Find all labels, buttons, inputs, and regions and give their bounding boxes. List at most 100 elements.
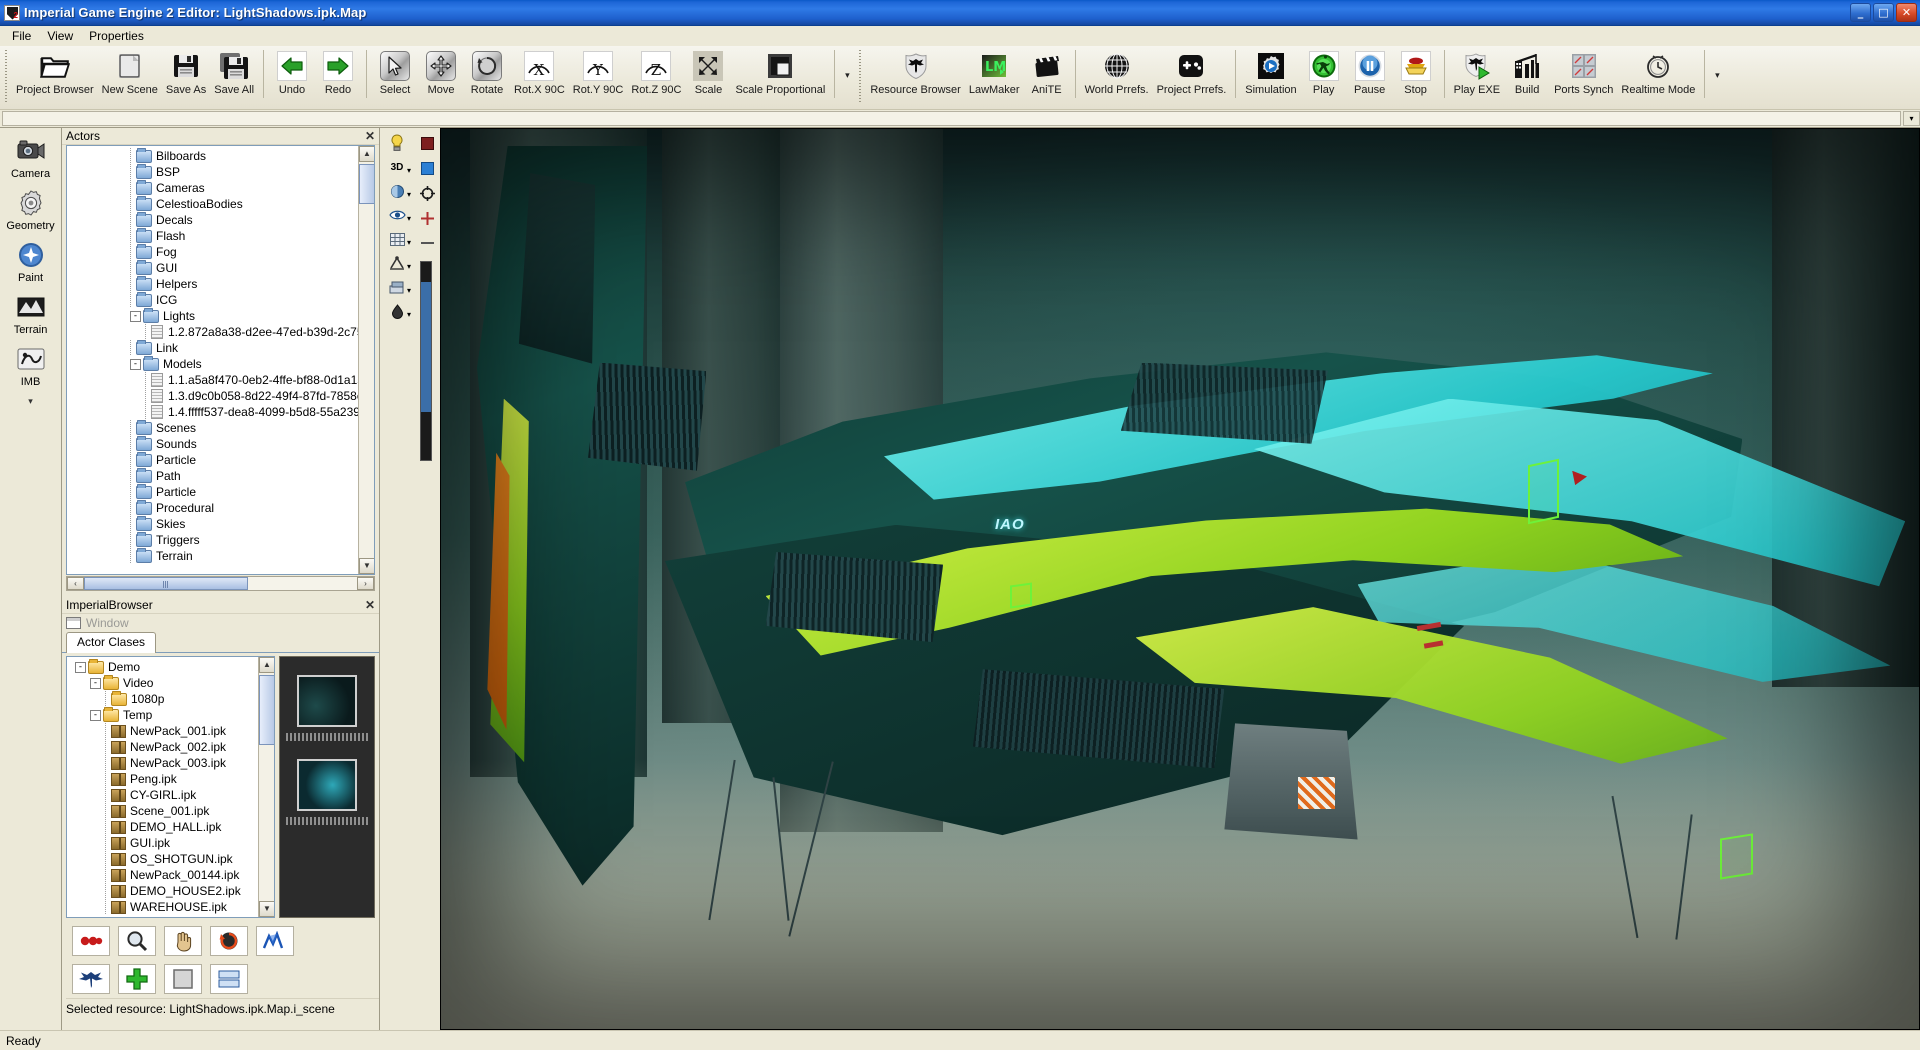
tree-expander-icon[interactable]: - <box>90 677 101 689</box>
actors-tree-node[interactable]: ICG <box>67 291 374 308</box>
toolbar-button-anite[interactable]: AniTE <box>1024 46 1070 106</box>
sphere-shading-icon[interactable]: ▾ <box>383 180 411 202</box>
browser-tree-node[interactable]: Peng.ipk <box>67 771 274 787</box>
toolbar-button-undo[interactable]: Undo <box>269 46 315 106</box>
browser-vertical-scrollbar[interactable]: ▲ ▼ <box>258 657 274 917</box>
actors-tree-node[interactable]: Helpers <box>67 275 374 292</box>
viewport-vertical-scrollbar[interactable] <box>420 261 432 461</box>
actors-tree-node[interactable]: GUI <box>67 259 374 276</box>
actors-vertical-scrollbar[interactable]: ▲ ▼ <box>358 146 374 574</box>
preview-splitter[interactable] <box>286 733 368 741</box>
browser-tree-node[interactable]: - Temp <box>67 706 274 723</box>
actors-tree-node[interactable]: Decals <box>67 211 374 228</box>
scroll-up-icon[interactable]: ▲ <box>259 657 274 673</box>
browser-tree-node[interactable]: - Video <box>67 674 274 691</box>
rail-item-terrain[interactable]: Terrain <box>2 290 60 336</box>
browser-tree-node[interactable]: WAREHOUSE.ipk <box>67 899 274 915</box>
toolbar-button-project-prefs[interactable]: Project Prrefs. <box>1153 46 1231 106</box>
toolbar-button-redo[interactable]: Redo <box>315 46 361 106</box>
green-plus-icon[interactable] <box>118 964 156 994</box>
blue-chart-icon[interactable] <box>256 926 294 956</box>
actors-tree-node[interactable]: Sounds <box>67 435 374 452</box>
preview-thumbnail-2[interactable] <box>297 759 357 811</box>
actors-tree-node[interactable]: Terrain <box>67 547 374 564</box>
toolbar-button-project-browser[interactable]: Project Browser <box>12 46 98 106</box>
actors-tree-node[interactable]: Path <box>67 467 374 484</box>
actors-tree-node[interactable]: 1.3.d9c0b058-8d22-49f4-87fd-7858e3cf <box>67 388 374 404</box>
target-crosshair-icon[interactable] <box>416 182 438 204</box>
actors-tree-node[interactable]: Cameras <box>67 179 374 196</box>
actors-tree-node[interactable]: - Models <box>67 355 374 372</box>
toolbar-button-build[interactable]: Build <box>1504 46 1550 106</box>
actors-tree-node[interactable]: Bilboards <box>67 147 374 164</box>
toolbar-button-simulation[interactable]: Simulation <box>1241 46 1300 106</box>
maximize-button[interactable]: □ <box>1873 3 1894 22</box>
toolbar-button-new-scene[interactable]: New Scene <box>98 46 162 106</box>
browser-tree-node[interactable]: NewPack_003.ipk <box>67 755 274 771</box>
browser-tree-node[interactable]: Scene_001.ipk <box>67 803 274 819</box>
browser-tree-node[interactable]: GUI.ipk <box>67 835 274 851</box>
toolbar-button-play[interactable]: Play <box>1301 46 1347 106</box>
view-3d-icon[interactable]: 3D ▾ <box>383 156 411 178</box>
preview-thumbnail-1[interactable] <box>297 675 357 727</box>
toolbar-scroll-down-icon[interactable]: ▾ <box>1903 111 1920 126</box>
blue-square-icon[interactable] <box>416 157 438 179</box>
browser-tree-node[interactable]: NewPack_00144.ipk <box>67 867 274 883</box>
actors-tree-node[interactable]: 1.2.872a8a38-d2ee-47ed-b39d-2c75f92. <box>67 324 374 340</box>
plus-add-icon[interactable] <box>416 207 438 229</box>
toolbar-overflow-button-2[interactable]: ▾ <box>1710 46 1724 104</box>
tree-expander-icon[interactable]: - <box>90 709 101 721</box>
red-square-icon[interactable] <box>416 132 438 154</box>
actors-tree-node[interactable]: 1.4.fffff537-dea8-4099-b5d8-55a239cc3 <box>67 404 374 420</box>
hand-drag-icon[interactable] <box>164 926 202 956</box>
toolbar-button-rot-x-90[interactable]: X Rot.X 90C <box>510 46 569 106</box>
hscroll-track[interactable] <box>84 577 357 590</box>
chevron-down-icon[interactable]: ▾ <box>407 190 411 199</box>
menu-item-view[interactable]: View <box>39 27 81 45</box>
grid-icon[interactable]: ▾ <box>383 228 411 250</box>
toolbar-grip-2[interactable] <box>857 49 865 103</box>
toolbar-grip[interactable] <box>3 49 10 103</box>
close-icon[interactable]: ✕ <box>365 598 375 612</box>
chevron-down-icon[interactable]: ▾ <box>407 310 411 319</box>
toolbar-button-scale[interactable]: Scale <box>685 46 731 106</box>
scroll-down-icon[interactable]: ▼ <box>259 901 274 917</box>
refresh-swirl-icon[interactable] <box>210 926 248 956</box>
actors-tree-node[interactable]: Link <box>67 339 374 356</box>
toolbar-button-stop[interactable]: Stop <box>1393 46 1439 106</box>
split-pane-icon[interactable] <box>210 964 248 994</box>
toolbar-scroll-track[interactable] <box>2 111 1901 126</box>
menu-item-file[interactable]: File <box>4 27 39 45</box>
browser-tree-node[interactable]: 1080p <box>67 690 274 707</box>
toolbar-button-rot-y-90[interactable]: Y Rot.Y 90C <box>569 46 628 106</box>
tab-actor-clases[interactable]: Actor Clases <box>66 632 157 653</box>
toolbar-button-resource-browser[interactable]: Resource Browser <box>866 46 964 106</box>
close-button[interactable]: ✕ <box>1896 3 1917 22</box>
chevron-down-icon[interactable]: ▾ <box>407 214 411 223</box>
scroll-thumb[interactable] <box>421 282 431 412</box>
toolbar-button-play-exe[interactable]: Play EXE <box>1450 46 1504 106</box>
actors-tree-node[interactable]: CelestioaBodies <box>67 195 374 212</box>
hscroll-left-icon[interactable]: ‹ <box>67 577 84 590</box>
gray-square-icon[interactable] <box>164 964 202 994</box>
toolbar-button-scale-proportional[interactable]: Scale Proportional <box>731 46 829 106</box>
scroll-thumb[interactable] <box>359 164 374 204</box>
actors-horizontal-scrollbar[interactable]: ‹ › <box>66 576 375 591</box>
actors-tree-node[interactable]: Triggers <box>67 531 374 548</box>
toolbar-button-realtime-mode[interactable]: Realtime Mode <box>1617 46 1699 106</box>
actors-tree-node[interactable]: BSP <box>67 163 374 180</box>
minimize-button[interactable]: _ <box>1850 3 1871 22</box>
browser-tree-node[interactable]: DEMO_HOUSE2.ipk <box>67 883 274 899</box>
browser-tree-node[interactable]: OS_SHOTGUN.ipk <box>67 851 274 867</box>
browser-tree-node[interactable]: - Demo <box>67 658 274 675</box>
toolbar-button-select[interactable]: Select <box>372 46 418 106</box>
viewport-3d[interactable]: IAO <box>440 128 1920 1030</box>
actors-tree-node[interactable]: Fog <box>67 243 374 260</box>
actors-tree-node[interactable]: Particle <box>67 483 374 500</box>
browser-tree-node[interactable]: DEMO_HALL.ipk <box>67 819 274 835</box>
browser-tree-container[interactable]: - Demo - Video 1080p - Temp NewPack_001.ipk NewP… <box>66 656 275 918</box>
toolbar-button-rotate[interactable]: Rotate <box>464 46 510 106</box>
magnifier-icon[interactable] <box>118 926 156 956</box>
paint-droplet-icon[interactable]: ▾ <box>383 300 411 322</box>
tree-expander-icon[interactable]: - <box>75 661 86 673</box>
